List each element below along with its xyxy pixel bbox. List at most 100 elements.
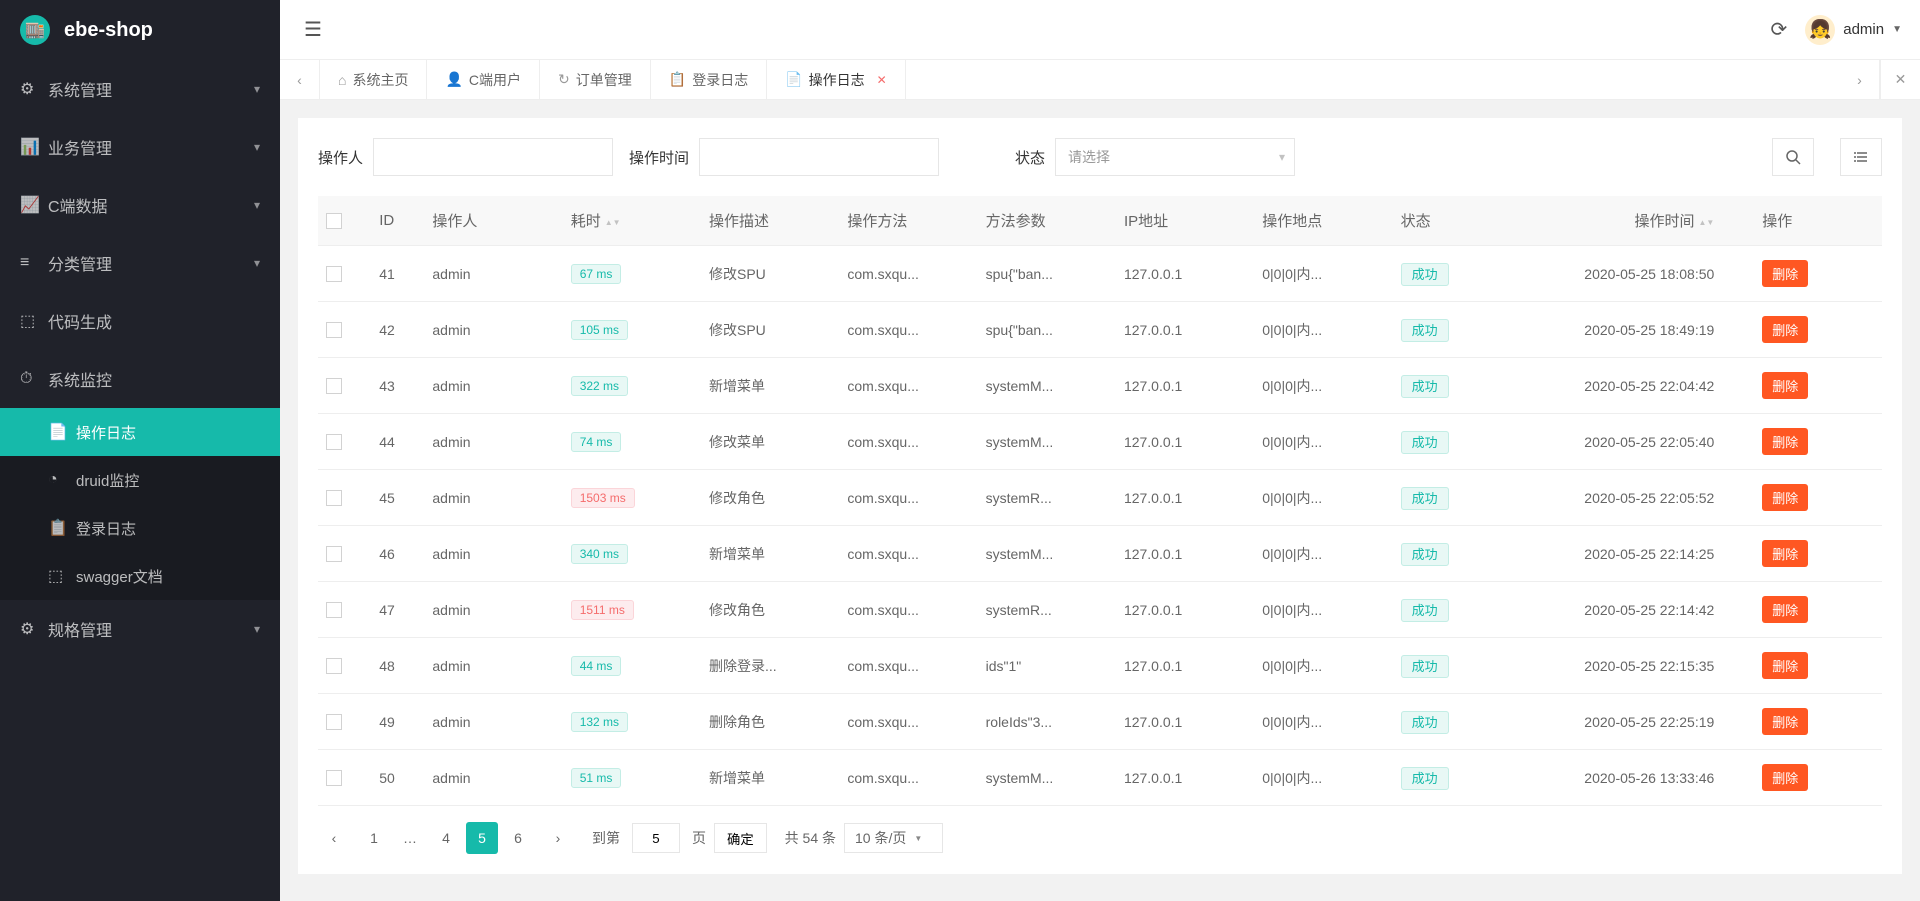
th-status: 状态 [1393,196,1499,246]
sidebar-item[interactable]: 📄 操作日志 [0,408,280,456]
cell-desc: 新增菜单 [701,526,839,582]
delete-button[interactable]: 删除 [1762,260,1808,287]
tab[interactable]: 📄 操作日志 ✕ [767,60,906,99]
tab[interactable]: ⌂ 系统主页 [320,60,427,99]
tab[interactable]: 👤 C端用户 [427,60,540,99]
chevron-down-icon: ▾ [1279,150,1285,164]
chevron-down-icon: ▾ [254,82,260,96]
cell-operator: admin [424,638,562,694]
cell-location: 0|0|0|内... [1254,694,1392,750]
operator-input[interactable] [373,138,613,176]
list-button[interactable] [1840,138,1882,176]
cell-id: 44 [371,414,424,470]
logo[interactable]: 🏬 ebe-shop [0,0,280,60]
sidebar-item[interactable]: ◔ druid监控 [0,456,280,504]
cell-time: 2020-05-25 22:14:25 [1499,526,1754,582]
page-number[interactable]: 5 [466,822,498,854]
user-menu[interactable]: 👧 admin ▼ [1805,15,1902,45]
status-label: 状态 [1015,147,1045,168]
sidebar-item[interactable]: ⚙ 规格管理 ▾ [0,600,280,658]
cell-desc: 修改角色 [701,582,839,638]
delete-button[interactable]: 删除 [1762,708,1808,735]
menu-label: 业务管理 [48,135,254,159]
tab-icon: ⌂ [338,72,346,88]
menu-label: 分类管理 [48,251,254,275]
goto-confirm-button[interactable]: 确定 [714,823,767,853]
menu-icon: ⚙ [20,619,48,639]
status-badge: 成功 [1401,263,1449,286]
search-button[interactable] [1772,138,1814,176]
page-number[interactable]: 1 [358,822,390,854]
goto-input[interactable] [632,823,680,853]
row-checkbox[interactable] [326,378,342,394]
cell-time: 2020-05-25 18:49:19 [1499,302,1754,358]
cell-method: com.sxqu... [839,358,977,414]
row-checkbox[interactable] [326,266,342,282]
tab[interactable]: 📋 登录日志 [651,60,767,99]
sidebar-item[interactable]: ⬚ swagger文档 [0,552,280,600]
cell-ip: 127.0.0.1 [1116,750,1254,806]
th-cost[interactable]: 耗时▲▼ [563,196,701,246]
menu-icon: 📄 [48,422,76,442]
sidebar-item[interactable]: 📈 C端数据 ▾ [0,176,280,234]
row-checkbox[interactable] [326,658,342,674]
cell-params: systemR... [978,470,1116,526]
sort-icon: ▲▼ [1698,219,1714,226]
select-all-checkbox[interactable] [326,213,342,229]
table-row: 50 admin 51 ms 新增菜单 com.sxqu... systemM.… [318,750,1882,806]
tab[interactable]: ↻ 订单管理 [540,60,651,99]
delete-button[interactable]: 删除 [1762,316,1808,343]
cell-id: 50 [371,750,424,806]
sidebar-item[interactable]: ≡ 分类管理 ▾ [0,234,280,292]
sidebar-item[interactable]: ⏱ 系统监控 [0,350,280,408]
cell-params: systemM... [978,358,1116,414]
menu-toggle-icon[interactable]: ☰ [298,11,328,48]
tab-prev-icon[interactable]: ‹ [280,60,320,99]
cell-id: 46 [371,526,424,582]
sidebar-item[interactable]: ⬚ 代码生成 [0,292,280,350]
row-checkbox[interactable] [326,322,342,338]
refresh-icon[interactable]: ⟳ [1770,17,1787,42]
page-prev-icon[interactable]: ‹ [318,822,350,854]
delete-button[interactable]: 删除 [1762,764,1808,791]
cell-desc: 修改菜单 [701,414,839,470]
delete-button[interactable]: 删除 [1762,596,1808,623]
tab-next-icon[interactable]: › [1840,60,1880,99]
close-icon[interactable]: ✕ [877,73,887,87]
time-input[interactable] [699,138,939,176]
delete-button[interactable]: 删除 [1762,484,1808,511]
cell-params: systemM... [978,414,1116,470]
table-row: 45 admin 1503 ms 修改角色 com.sxqu... system… [318,470,1882,526]
page-number[interactable]: 6 [502,822,534,854]
tab-close-all-icon[interactable]: ✕ [1880,60,1920,99]
row-checkbox[interactable] [326,714,342,730]
table-row: 46 admin 340 ms 新增菜单 com.sxqu... systemM… [318,526,1882,582]
delete-button[interactable]: 删除 [1762,372,1808,399]
row-checkbox[interactable] [326,770,342,786]
cell-time: 2020-05-25 22:15:35 [1499,638,1754,694]
sidebar-item[interactable]: 📋 登录日志 [0,504,280,552]
delete-button[interactable]: 删除 [1762,540,1808,567]
menu-label: 操作日志 [76,422,260,443]
cell-location: 0|0|0|内... [1254,470,1392,526]
chevron-down-icon: ▾ [254,140,260,154]
row-checkbox[interactable] [326,546,342,562]
row-checkbox[interactable] [326,602,342,618]
cell-desc: 新增菜单 [701,750,839,806]
menu-icon: ⬚ [48,566,76,586]
row-checkbox[interactable] [326,490,342,506]
delete-button[interactable]: 删除 [1762,652,1808,679]
sidebar-item[interactable]: ⚙ 系统管理 ▾ [0,60,280,118]
goto-label: 到第 [592,828,620,848]
th-method: 操作方法 [839,196,977,246]
row-checkbox[interactable] [326,434,342,450]
page-number[interactable]: 4 [430,822,462,854]
status-select[interactable]: 请选择 ▾ [1055,138,1295,176]
cost-badge: 322 ms [571,376,628,396]
th-time[interactable]: 操作时间▲▼ [1499,196,1754,246]
sidebar-item[interactable]: 📊 业务管理 ▾ [0,118,280,176]
page-size-select[interactable]: 10 条/页 [844,823,943,853]
page-next-icon[interactable]: › [542,822,574,854]
delete-button[interactable]: 删除 [1762,428,1808,455]
user-name: admin [1843,21,1884,38]
